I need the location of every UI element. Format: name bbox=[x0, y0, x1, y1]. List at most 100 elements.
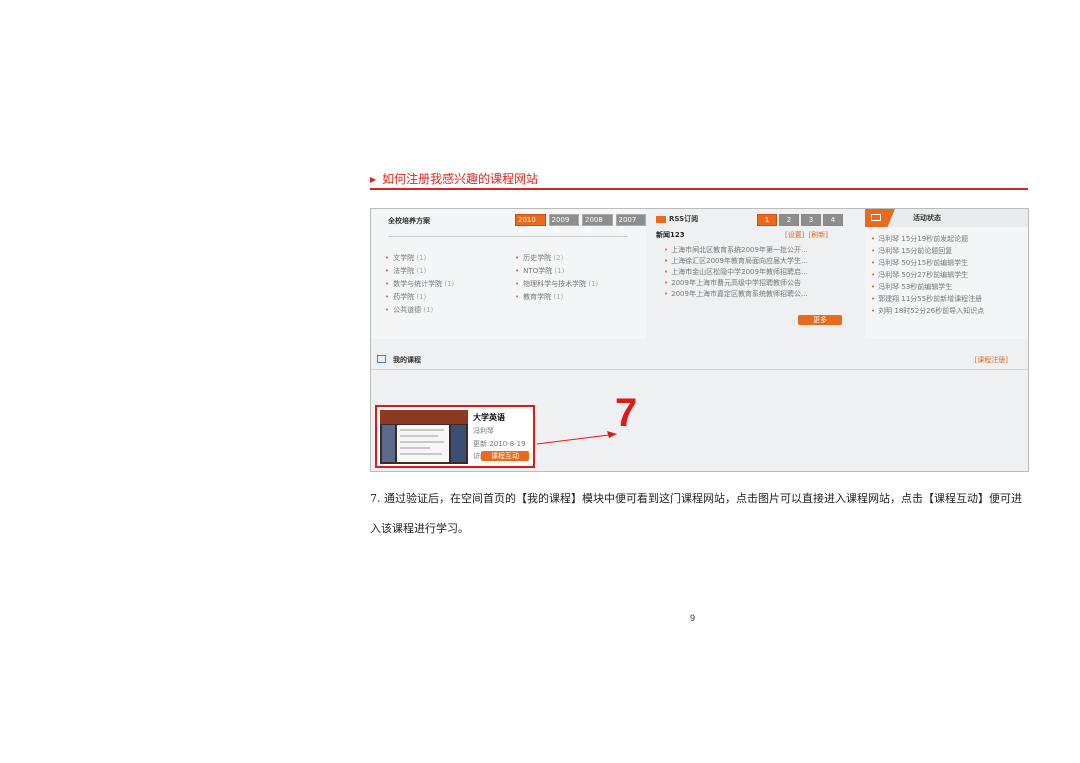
bullet-icon: • bbox=[664, 290, 669, 298]
news-item[interactable]: • 2009年上海市曹元高级中学招聘教师公告 bbox=[664, 278, 859, 289]
rss-pagination: 1 2 3 4 bbox=[757, 214, 843, 226]
divider bbox=[388, 236, 628, 237]
course-name[interactable]: 大学英语 bbox=[473, 412, 505, 423]
college-name: 物理科学与技术学院 bbox=[523, 280, 587, 288]
college-count: (1) bbox=[444, 280, 455, 288]
bullet-icon: • bbox=[871, 307, 876, 315]
activity-item[interactable]: • 刘明 18时52分26秒前导入知识点 bbox=[871, 305, 1026, 317]
news-title: 上海市金山区松隐中学2009年教师招聘启... bbox=[671, 268, 808, 276]
thumbnail-banner bbox=[380, 410, 468, 424]
activity-text: 刘明 18时52分26秒前导入知识点 bbox=[878, 307, 985, 315]
activity-text: 郭建翔 11分55秒前新增课程注册 bbox=[878, 295, 983, 303]
news-title: 2009年上海市嘉定区教育系统教师招聘公... bbox=[671, 290, 808, 298]
college-count: (2) bbox=[553, 254, 564, 262]
rss-page-3[interactable]: 3 bbox=[801, 214, 821, 226]
step-number: 7 bbox=[615, 391, 638, 435]
section-heading: ▶ 如何注册我感兴趣的课程网站 bbox=[370, 170, 1028, 190]
rss-page-4[interactable]: 4 bbox=[823, 214, 843, 226]
college-link[interactable]: • 文学院 (1) bbox=[385, 253, 515, 263]
bullet-icon: • bbox=[871, 295, 876, 303]
training-plan-title: 全校培养方案 bbox=[388, 217, 430, 225]
activity-text: 冯利琴 53秒前编辑学生 bbox=[878, 283, 953, 291]
course-updated: 更新:2010-8-19 bbox=[473, 440, 526, 448]
rss-page-1[interactable]: 1 bbox=[757, 214, 777, 226]
college-name: 法学院 bbox=[393, 267, 415, 275]
rss-page-2[interactable]: 2 bbox=[779, 214, 799, 226]
activity-item[interactable]: • 郭建翔 11分55秒前新增课程注册 bbox=[871, 293, 1026, 305]
bullet-icon: • bbox=[515, 267, 520, 275]
bullet-icon: • bbox=[664, 279, 669, 287]
year-tab-2010[interactable]: 2010年 bbox=[515, 214, 546, 234]
course-thumbnail[interactable] bbox=[380, 410, 468, 464]
thumbnail-line bbox=[400, 429, 444, 431]
college-link[interactable]: • NTO学院 (1) bbox=[515, 266, 645, 276]
year-tabs: 2010年 2009年 2008年 2007年 bbox=[515, 214, 646, 234]
college-count: (1) bbox=[416, 254, 427, 262]
thumbnail-right-panel bbox=[451, 425, 466, 462]
bullet-icon: • bbox=[664, 246, 669, 254]
pointer-arrow bbox=[537, 431, 617, 445]
rss-icon bbox=[656, 215, 666, 223]
college-link[interactable]: • 数学与统计学院 (1) bbox=[385, 279, 515, 289]
rss-panel: RSS订阅 1 2 3 4 新闻123 [设置] [刷新] • 上海市闸北区教育系… bbox=[650, 209, 862, 339]
news-item[interactable]: • 2009年上海市嘉定区教育系统教师招聘公... bbox=[664, 289, 859, 300]
year-tab-2007[interactable]: 2007年 bbox=[615, 214, 646, 234]
year-tab-2008[interactable]: 2008年 bbox=[582, 214, 613, 234]
feed-name: 新闻123 bbox=[656, 231, 685, 239]
activity-item[interactable]: • 冯利琴 53秒前编辑学生 bbox=[871, 281, 1026, 293]
college-link[interactable]: • 物理科学与技术学院 (1) bbox=[515, 279, 645, 289]
ui-screenshot: 全校培养方案 2010年 2009年 2008年 2007年 • 文学院 (1) … bbox=[370, 208, 1029, 472]
thumbnail-line bbox=[400, 441, 444, 443]
bullet-icon: • bbox=[871, 247, 876, 255]
activity-item[interactable]: • 冯利琴 15分19秒前发起论题 bbox=[871, 233, 1026, 245]
college-link[interactable]: • 历史学院 (2) bbox=[515, 253, 645, 263]
settings-link[interactable]: [设置] bbox=[785, 230, 804, 240]
triangle-bullet-icon: ▶ bbox=[370, 175, 377, 184]
bullet-icon: • bbox=[385, 306, 390, 314]
bullet-icon: • bbox=[385, 254, 390, 262]
college-name: NTO学院 bbox=[523, 267, 553, 275]
course-list-icon bbox=[377, 355, 386, 363]
bullet-icon: • bbox=[385, 267, 390, 275]
course-register-link[interactable]: [课程注册] bbox=[975, 355, 1008, 365]
bullet-icon: • bbox=[385, 293, 390, 301]
news-list: • 上海市闸北区教育系统2009年第一批公开... • 上海徐汇区2009年教育局面… bbox=[664, 245, 859, 300]
activity-item[interactable]: • 冯利琴 50分27秒前编辑学生 bbox=[871, 269, 1026, 281]
college-name: 文学院 bbox=[393, 254, 415, 262]
news-item[interactable]: • 上海徐汇区2009年教育局面向应届大学生... bbox=[664, 256, 859, 267]
course-interact-button[interactable]: 课程互动 bbox=[481, 451, 529, 461]
thumbnail-body bbox=[397, 425, 449, 462]
instruction-caption: 7. 通过验证后，在空间首页的【我的课程】模块中便可看到这门课程网站，点击图片可… bbox=[370, 492, 1022, 535]
refresh-link[interactable]: [刷新] bbox=[808, 230, 827, 240]
college-link[interactable]: • 公共道德 (1) bbox=[385, 305, 515, 315]
activity-panel: 活动状态 • 冯利琴 15分19秒前发起论题 • 冯利琴 15分前论题回复 • 冯利琴… bbox=[865, 209, 1028, 339]
bullet-icon: • bbox=[871, 235, 876, 243]
college-count: (1) bbox=[423, 306, 434, 314]
heading-text: 如何注册我感兴趣的课程网站 bbox=[382, 172, 539, 186]
more-button[interactable]: 更多 bbox=[798, 315, 842, 325]
mail-icon bbox=[871, 214, 881, 221]
activity-item[interactable]: • 冯利琴 15分前论题回复 bbox=[871, 245, 1026, 257]
college-count: (1) bbox=[553, 293, 564, 301]
rss-title-text: RSS订阅 bbox=[669, 215, 699, 223]
news-item[interactable]: • 上海市金山区松隐中学2009年教师招聘启... bbox=[664, 267, 859, 278]
activity-item[interactable]: • 冯利琴 50分15秒前编辑学生 bbox=[871, 257, 1026, 269]
my-courses-bar: 我的课程 [课程注册] bbox=[371, 351, 1028, 370]
bullet-icon: • bbox=[515, 293, 520, 301]
training-plan-panel: 全校培养方案 2010年 2009年 2008年 2007年 • 文学院 (1) … bbox=[371, 209, 646, 339]
college-link[interactable]: • 法学院 (1) bbox=[385, 266, 515, 276]
my-courses-title: 我的课程 bbox=[393, 356, 421, 364]
college-name: 教育学院 bbox=[523, 293, 552, 301]
thumbnail-line bbox=[400, 435, 438, 437]
news-title: 2009年上海市曹元高级中学招聘教师公告 bbox=[671, 279, 801, 287]
activity-header: 活动状态 bbox=[865, 209, 1028, 227]
year-tab-2009[interactable]: 2009年 bbox=[548, 214, 579, 234]
bullet-icon: • bbox=[871, 259, 876, 267]
activity-text: 冯利琴 15分19秒前发起论题 bbox=[878, 235, 969, 243]
college-link[interactable]: • 药学院 (1) bbox=[385, 292, 515, 302]
activity-text: 冯利琴 50分15秒前编辑学生 bbox=[878, 259, 969, 267]
thumbnail-line bbox=[400, 447, 430, 449]
college-name: 历史学院 bbox=[523, 254, 552, 262]
college-link[interactable]: • 教育学院 (1) bbox=[515, 292, 645, 302]
news-item[interactable]: • 上海市闸北区教育系统2009年第一批公开... bbox=[664, 245, 859, 256]
